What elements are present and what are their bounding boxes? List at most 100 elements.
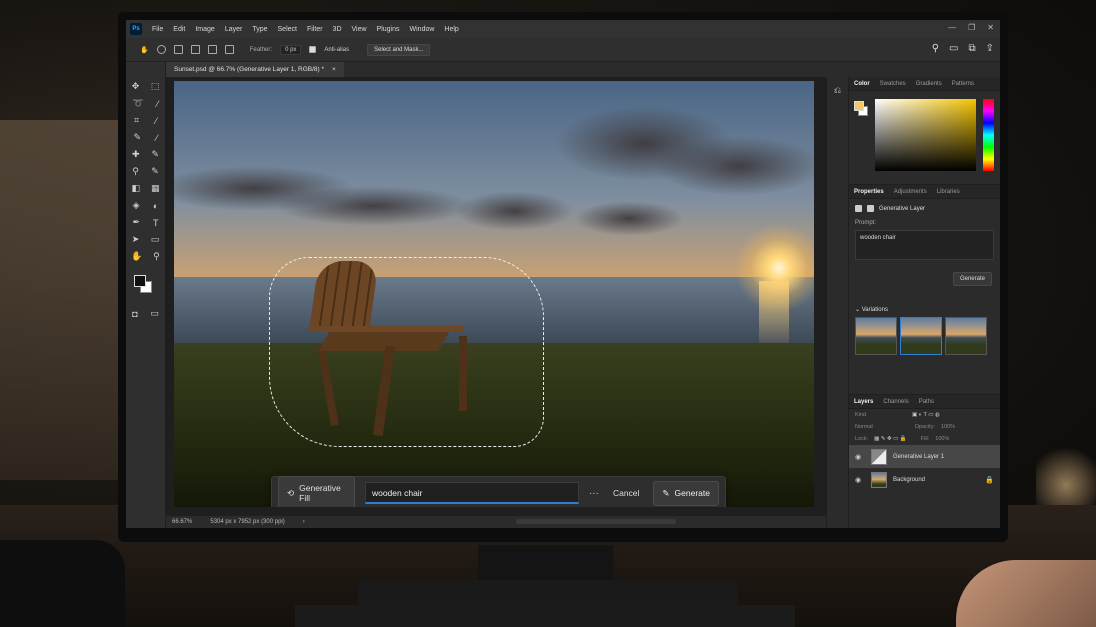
shape-tool-icon[interactable]: ▭ [151, 234, 160, 245]
blend-mode-select[interactable]: Normal [855, 424, 873, 430]
hue-slider[interactable] [983, 99, 994, 171]
layer-row-background[interactable]: ◉ Background 🔒 [849, 468, 1000, 491]
menu-file[interactable]: File [152, 26, 163, 33]
zoom-level[interactable]: 66.67% [172, 519, 192, 525]
properties-generate-button[interactable]: Generate [952, 272, 992, 286]
gradient-tool-icon[interactable]: ▦ [151, 183, 160, 194]
more-options-icon[interactable]: ··· [589, 488, 599, 499]
tab-swatches[interactable]: Swatches [880, 81, 906, 87]
search-icon[interactable]: ⚲ [932, 43, 939, 54]
foreground-color-swatch[interactable] [134, 275, 146, 287]
subtract-selection-icon[interactable] [207, 45, 217, 54]
generate-button[interactable]: ✎ Generate [653, 480, 719, 506]
slice-tool-icon[interactable]: ⁄ [155, 116, 157, 126]
tab-layers[interactable]: Layers [854, 399, 873, 405]
brush-tool-icon[interactable]: ✎ [151, 149, 159, 160]
layer-kind-filter[interactable]: Kind [855, 412, 866, 418]
eraser-icon[interactable]: ◧ [131, 183, 140, 194]
zoom-tool-icon[interactable]: ⚲ [153, 251, 160, 262]
menu-help[interactable]: Help [444, 26, 458, 33]
eyedropper-icon[interactable]: ✎ [133, 132, 141, 143]
canvas-area[interactable]: ⟲ Generative Fill wooden chair ··· Cance… [166, 77, 826, 516]
prompt-input[interactable]: wooden chair [364, 482, 579, 504]
eye-icon[interactable]: ◉ [855, 453, 865, 461]
tab-channels[interactable]: Channels [883, 399, 908, 405]
lasso-selection[interactable] [269, 257, 544, 447]
minimize-icon[interactable]: — [948, 23, 956, 32]
document-info[interactable]: 5304 px x 7952 px (300 ppi) [210, 519, 284, 525]
opacity-value[interactable]: 100% [941, 424, 955, 430]
eye-icon[interactable]: ◉ [855, 476, 865, 484]
lock-icon[interactable]: 🔒 [985, 476, 994, 484]
variations-header[interactable]: ⌄ Variations [855, 306, 888, 313]
history-icon[interactable]: ⎌ [827, 85, 848, 96]
cancel-button[interactable]: Cancel [609, 488, 643, 498]
tab-adjustments[interactable]: Adjustments [894, 189, 927, 195]
properties-prompt-input[interactable]: wooden chair [855, 230, 994, 260]
filter-icons[interactable]: ▣ ◐ T ▭ ◍ [912, 412, 940, 418]
type-tool-icon[interactable]: T [153, 218, 159, 228]
variation-thumbnail[interactable] [855, 317, 897, 355]
close-icon[interactable]: ✕ [987, 23, 994, 32]
select-and-mask-button[interactable]: Select and Mask... [367, 43, 431, 56]
tab-color[interactable]: Color [854, 81, 870, 87]
lock-icons[interactable]: ▦ ✎ ✥ ▭ 🔒 [874, 436, 907, 442]
add-selection-icon[interactable] [190, 45, 200, 54]
tab-patterns[interactable]: Patterns [952, 81, 974, 87]
feather-label: Feather: [249, 46, 273, 53]
screen-mode-icon[interactable]: ▭ [150, 308, 159, 319]
variation-thumbnail[interactable] [945, 317, 987, 355]
hand-tool-icon[interactable]: ✋ [140, 46, 149, 54]
maximize-icon[interactable]: ❐ [968, 23, 975, 32]
tab-gradients[interactable]: Gradients [916, 81, 942, 87]
fill-value[interactable]: 100% [935, 436, 949, 442]
lasso-preset-icon[interactable] [156, 45, 166, 54]
horizontal-scrollbar[interactable] [516, 519, 676, 524]
clone-stamp-icon[interactable]: ⚲ [132, 166, 139, 177]
color-picker-field[interactable] [875, 99, 976, 171]
magic-wand-icon[interactable]: ⁄ [157, 99, 159, 109]
workspace-icon[interactable]: ▭ [949, 43, 958, 54]
share-icon[interactable]: ⇪ [986, 43, 994, 54]
menu-type[interactable]: Type [252, 26, 267, 33]
sunset-photo[interactable]: ⟲ Generative Fill wooden chair ··· Cance… [174, 81, 814, 507]
pen-tool-icon[interactable]: ✒ [132, 217, 140, 228]
lasso-tool-icon[interactable]: ➰ [133, 98, 144, 109]
move-tool-icon[interactable]: ✥ [132, 81, 140, 92]
tab-libraries[interactable]: Libraries [937, 189, 960, 195]
new-selection-icon[interactable] [173, 45, 183, 54]
ruler-icon[interactable]: ⁄ [156, 133, 158, 143]
blur-tool-icon[interactable]: ◈ [133, 200, 140, 211]
menu-select[interactable]: Select [278, 26, 297, 33]
tab-properties[interactable]: Properties [854, 189, 884, 195]
history-brush-icon[interactable]: ✎ [151, 166, 159, 177]
crop-tool-icon[interactable]: ⌗ [134, 115, 139, 126]
feather-input[interactable]: 0 px [280, 44, 302, 55]
layer-row-generative[interactable]: ◉ Generative Layer 1 [849, 445, 1000, 468]
marquee-tool-icon[interactable]: ⬚ [151, 81, 160, 92]
menu-edit[interactable]: Edit [173, 26, 185, 33]
status-arrow-icon[interactable]: › [303, 519, 305, 525]
generative-fill-button[interactable]: ⟲ Generative Fill [278, 476, 355, 507]
quick-mask-icon[interactable]: ◘ [132, 309, 137, 319]
menu-filter[interactable]: Filter [307, 26, 323, 33]
antialias-checkbox[interactable] [309, 46, 317, 53]
dodge-tool-icon[interactable]: ◐ [153, 201, 158, 211]
menu-3d[interactable]: 3D [333, 26, 342, 33]
layer-thumbnail [871, 471, 887, 488]
healing-brush-icon[interactable]: ✚ [132, 149, 140, 160]
hand-icon[interactable]: ✋ [131, 251, 142, 262]
arrange-icon[interactable]: ⧉ [968, 43, 975, 54]
color-foreground-swatch[interactable] [854, 101, 864, 111]
menu-layer[interactable]: Layer [225, 26, 243, 33]
menu-window[interactable]: Window [410, 26, 435, 33]
variation-thumbnail[interactable] [900, 317, 942, 355]
tab-paths[interactable]: Paths [919, 399, 934, 405]
menu-plugins[interactable]: Plugins [377, 26, 400, 33]
menu-image[interactable]: Image [195, 26, 214, 33]
intersect-selection-icon[interactable] [224, 45, 234, 54]
path-select-icon[interactable]: ➤ [132, 234, 140, 245]
document-tab[interactable]: Sunset.psd @ 66.7% (Generative Layer 1, … [166, 62, 344, 77]
menu-view[interactable]: View [352, 26, 367, 33]
tab-close-icon[interactable]: × [332, 66, 336, 73]
